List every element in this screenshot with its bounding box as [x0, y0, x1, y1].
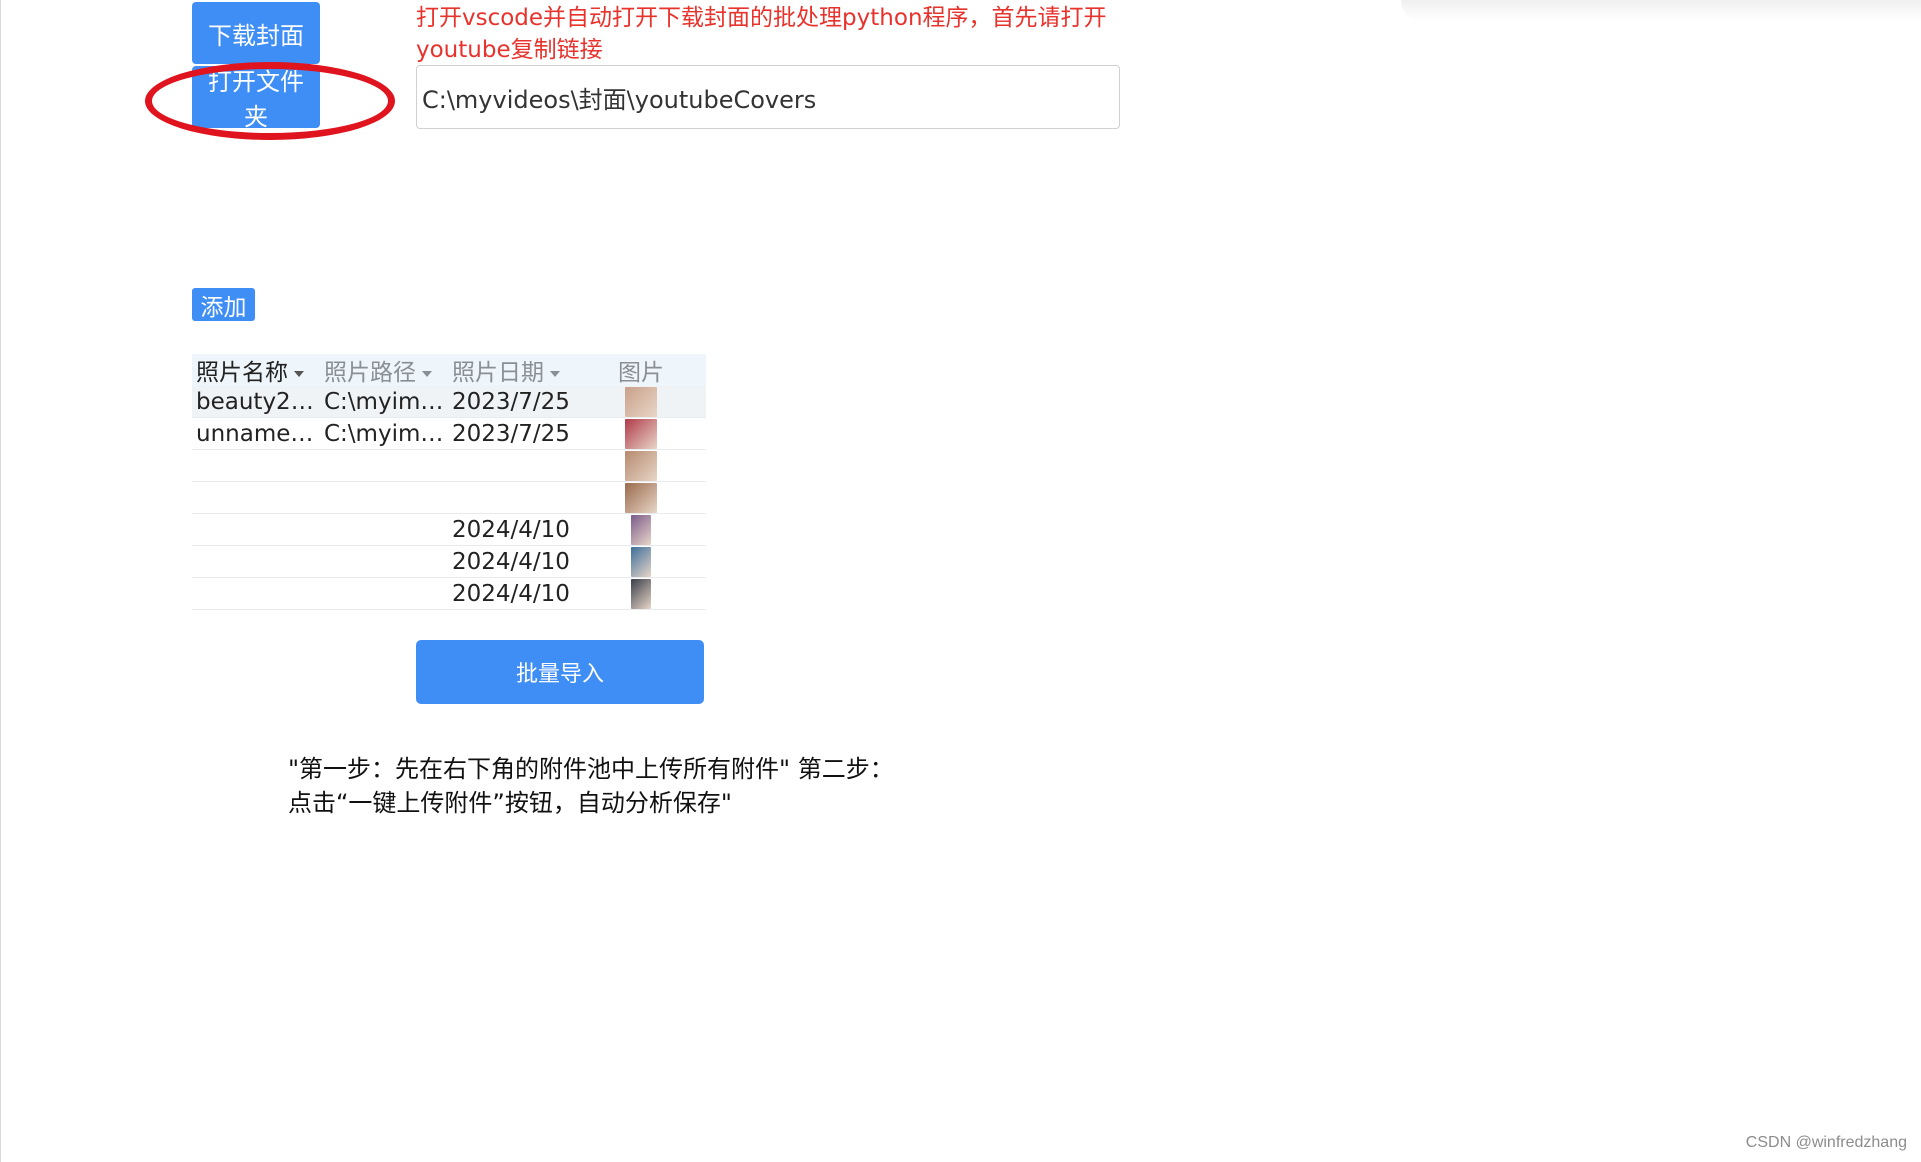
watermark: CSDN @winfredzhang	[1745, 1134, 1907, 1151]
column-header-date[interactable]: 照片日期	[448, 353, 576, 387]
top-shadow	[1401, 0, 1921, 22]
photo-grid: 照片名称 照片路径 照片日期 图片 beauty2.jpgC:\myimages…	[192, 354, 706, 610]
table-row[interactable]	[192, 482, 706, 514]
sort-caret-icon[interactable]	[294, 370, 304, 377]
left-border	[0, 0, 1, 1162]
cell-photo-image	[576, 578, 706, 609]
photo-thumbnail[interactable]	[625, 418, 657, 449]
instructions-text: "第一步：先在右下角的附件池中上传所有附件" 第二步：点击“一键上传附件”按钮，…	[288, 755, 894, 817]
app-page: 下载封面 打开文件夹 打开vscode并自动打开下载封面的批处理python程序…	[0, 0, 1921, 1162]
column-header-label: 照片名称	[196, 360, 288, 386]
grid-body: beauty2.jpgC:\myimages2023/7/25unnamed.j…	[192, 386, 706, 610]
cell-photo-image	[576, 450, 706, 481]
folder-path-input[interactable]	[416, 65, 1120, 129]
download-cover-button[interactable]: 下载封面	[192, 2, 320, 64]
photo-thumbnail[interactable]	[631, 546, 651, 577]
sort-caret-icon[interactable]	[550, 370, 560, 377]
table-row[interactable]	[192, 450, 706, 482]
cell-photo-path: C:\myimages	[324, 388, 448, 415]
photo-thumbnail[interactable]	[625, 450, 657, 481]
cell-photo-image	[576, 514, 706, 545]
column-header-label: 照片路径	[324, 360, 416, 386]
column-header-name[interactable]: 照片名称	[192, 353, 320, 387]
cell-photo-image	[576, 482, 706, 513]
cell-photo-date: 2024/4/10	[452, 516, 570, 543]
column-header-label: 照片日期	[452, 360, 544, 386]
cell-photo-date: 2024/4/10	[452, 580, 570, 607]
cell-photo-date: 2023/7/25	[452, 388, 570, 415]
column-header-image: 图片	[618, 360, 664, 386]
table-row[interactable]: beauty2.jpgC:\myimages2023/7/25	[192, 386, 706, 418]
hint-text: 打开vscode并自动打开下载封面的批处理python程序，首先请打开youtu…	[416, 5, 1107, 63]
photo-thumbnail[interactable]	[631, 514, 651, 545]
table-row[interactable]: 2024/4/10	[192, 546, 706, 578]
cell-photo-image	[576, 418, 706, 449]
column-header-path[interactable]: 照片路径	[320, 353, 448, 387]
photo-thumbnail[interactable]	[631, 578, 651, 609]
open-folder-button[interactable]: 打开文件夹	[192, 66, 320, 131]
cell-photo-date: 2024/4/10	[452, 548, 570, 575]
add-button[interactable]: 添加	[192, 288, 255, 321]
cell-photo-image	[576, 386, 706, 417]
table-row[interactable]: unnamed.jpgC:\myimages2023/7/25	[192, 418, 706, 450]
cell-photo-date: 2023/7/25	[452, 420, 570, 447]
photo-thumbnail[interactable]	[625, 482, 657, 513]
cell-photo-name: beauty2.jpg	[196, 388, 320, 415]
grid-header: 照片名称 照片路径 照片日期 图片	[192, 354, 706, 386]
sort-caret-icon[interactable]	[422, 370, 432, 377]
cell-photo-path: C:\myimages	[324, 420, 448, 447]
table-row[interactable]: 2024/4/10	[192, 514, 706, 546]
batch-import-button[interactable]: 批量导入	[416, 640, 704, 704]
cell-photo-name: unnamed.jpg	[196, 420, 320, 447]
table-row[interactable]: 2024/4/10	[192, 578, 706, 610]
photo-thumbnail[interactable]	[625, 386, 657, 417]
cell-photo-image	[576, 546, 706, 577]
